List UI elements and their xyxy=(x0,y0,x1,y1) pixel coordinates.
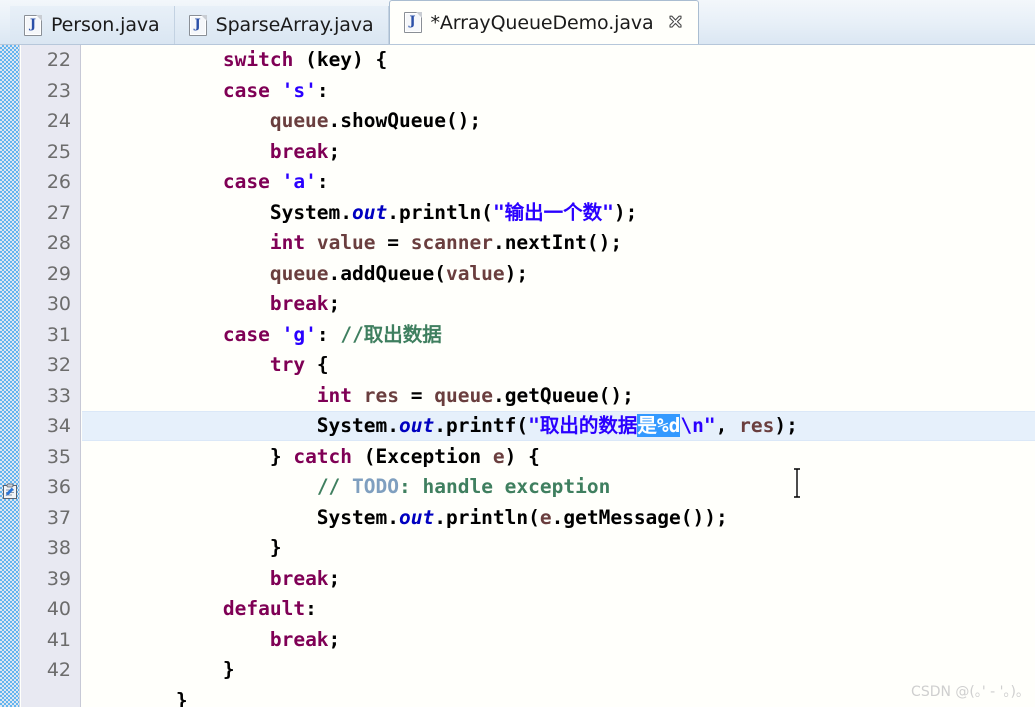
line-number-gutter: 22 23 24 25 26 27 28 29 30 31 32 33 34 3… xyxy=(21,45,81,707)
code-line-33[interactable]: int res = queue.getQueue(); xyxy=(82,381,634,412)
editor-tab-bar: J Person.java J SparseArray.java J *Arra… xyxy=(0,0,1035,45)
close-icon[interactable] xyxy=(667,14,684,31)
code-editor[interactable]: 22 23 24 25 26 27 28 29 30 31 32 33 34 3… xyxy=(0,45,1035,707)
line-number: 30 xyxy=(46,293,71,315)
code-line-38[interactable]: } xyxy=(82,533,282,564)
line-number: 35 xyxy=(46,445,71,468)
code-line-39[interactable]: break; xyxy=(82,564,340,595)
editor-tab-label: Person.java xyxy=(51,14,160,36)
line-number: 22 xyxy=(46,49,71,71)
java-file-icon-letter: J xyxy=(409,14,416,29)
text-selection[interactable]: 是%d xyxy=(637,414,681,437)
line-number: 28 xyxy=(46,232,71,254)
code-text-area[interactable]: switch (key) { case 's': queue.showQueue… xyxy=(82,45,1035,707)
code-line-31[interactable]: case 'g': //取出数据 xyxy=(82,320,442,351)
code-line-36[interactable]: // TODO: handle exception xyxy=(82,472,611,503)
code-line-32[interactable]: try { xyxy=(82,350,329,381)
editor-tab-sparsearray-java[interactable]: J SparseArray.java xyxy=(174,6,389,44)
java-file-icon-letter: J xyxy=(194,16,201,32)
code-line-27[interactable]: System.out.println("输出一个数"); xyxy=(82,198,638,229)
code-line-37[interactable]: System.out.println(e.getMessage()); xyxy=(82,503,728,534)
editor-tab-label: *ArrayQueueDemo.java xyxy=(430,11,654,34)
csdn-watermark: CSDN @(｡' - '｡)｡ xyxy=(911,684,1023,700)
code-line-41[interactable]: break; xyxy=(82,625,340,656)
line-number: 36 xyxy=(46,476,71,498)
code-line-43[interactable]: } xyxy=(82,686,188,707)
line-number: 23 xyxy=(46,79,71,102)
code-line-29[interactable]: queue.addQueue(value); xyxy=(82,259,528,290)
line-number: 40 xyxy=(46,598,71,620)
line-number: 38 xyxy=(46,537,71,559)
code-line-22[interactable]: switch (key) { xyxy=(82,45,387,76)
java-file-icon-letter: J xyxy=(29,16,37,32)
line-number: 42 xyxy=(46,659,71,681)
line-number: 29 xyxy=(46,262,71,285)
code-line-35[interactable]: } catch (Exception e) { xyxy=(82,442,540,473)
line-number: 32 xyxy=(46,354,71,376)
line-number: 31 xyxy=(46,323,71,346)
annotation-ruler[interactable] xyxy=(0,45,20,707)
code-line-42[interactable]: } xyxy=(82,655,235,686)
code-line-30[interactable]: break; xyxy=(82,289,340,320)
java-file-icon: J xyxy=(188,14,207,36)
eclipse-java-editor-window: J Person.java J SparseArray.java J *Arra… xyxy=(0,0,1035,707)
code-line-25[interactable]: break; xyxy=(82,137,340,168)
line-number: 37 xyxy=(46,506,71,529)
todo-task-marker-icon[interactable] xyxy=(2,483,19,500)
editor-tab-label: SparseArray.java xyxy=(215,14,374,36)
line-number: 41 xyxy=(46,628,71,651)
code-line-26[interactable]: case 'a': xyxy=(82,167,329,198)
code-line-28[interactable]: int value = scanner.nextInt(); xyxy=(82,228,622,259)
line-number: 39 xyxy=(46,567,71,590)
line-number: 25 xyxy=(46,140,71,163)
code-line-40[interactable]: default: xyxy=(82,594,317,625)
line-number: 27 xyxy=(46,201,71,224)
line-number: 26 xyxy=(46,171,71,193)
line-number: 33 xyxy=(46,384,71,407)
editor-tab-person-java[interactable]: J Person.java xyxy=(10,6,175,44)
editor-tab-arrayqueuedemo-java[interactable]: J *ArrayQueueDemo.java xyxy=(388,0,699,44)
line-number: 24 xyxy=(46,110,71,132)
code-line-23[interactable]: case 's': xyxy=(82,76,329,107)
java-file-icon: J xyxy=(24,14,42,36)
java-file-icon: J xyxy=(403,12,422,33)
code-line-34[interactable]: System.out.printf("取出的数据是%d\n", res); xyxy=(82,411,798,442)
code-line-24[interactable]: queue.showQueue(); xyxy=(82,106,481,137)
line-number: 34 xyxy=(46,415,71,437)
